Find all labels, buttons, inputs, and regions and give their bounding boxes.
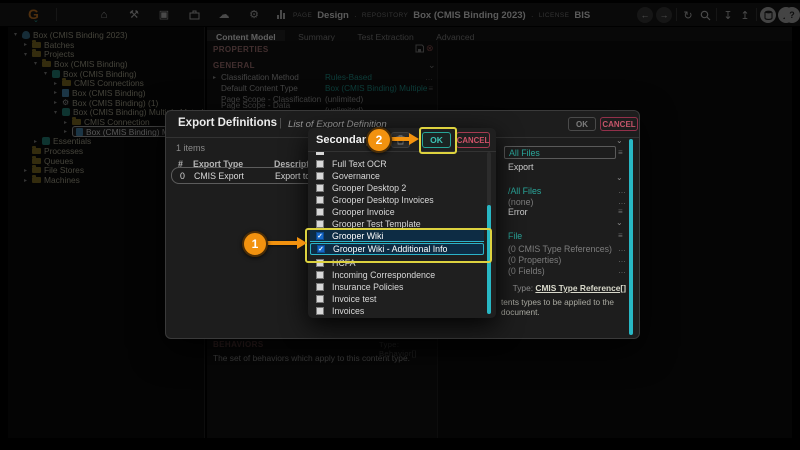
checkbox[interactable] bbox=[316, 259, 324, 267]
trash-icon[interactable] bbox=[391, 132, 410, 148]
panel-row: Export bbox=[508, 162, 534, 172]
checkbox[interactable] bbox=[316, 184, 324, 192]
panel-row: /All Files bbox=[508, 186, 542, 196]
panel-row: File bbox=[508, 231, 523, 241]
dialog-title: Export Definitions bbox=[178, 117, 278, 129]
list-item[interactable]: Grooper Test Template bbox=[310, 218, 484, 230]
panel-help-text: tents types to be applied to the documen… bbox=[501, 297, 615, 317]
title-separator: | bbox=[279, 117, 282, 129]
checkbox[interactable] bbox=[316, 295, 324, 303]
checkbox[interactable] bbox=[316, 208, 324, 216]
popup-title: Secondary Type bbox=[316, 134, 401, 146]
panel-row: (none) bbox=[508, 197, 534, 207]
checkbox[interactable] bbox=[316, 220, 324, 228]
list-item[interactable]: Full Text OCR bbox=[310, 158, 484, 170]
panel-row: Error bbox=[508, 207, 528, 217]
ellipsis-icon[interactable]: … bbox=[618, 255, 626, 264]
checkbox[interactable] bbox=[316, 160, 324, 168]
list-item[interactable]: HCFA bbox=[310, 257, 484, 269]
partially-scrolled-item bbox=[316, 152, 324, 155]
checkbox[interactable] bbox=[316, 283, 324, 291]
type-caption: Type: CMIS Type Reference[] bbox=[512, 283, 626, 293]
dialog-cancel-button[interactable]: CANCEL bbox=[600, 117, 638, 131]
checkbox[interactable] bbox=[316, 271, 324, 279]
list-item[interactable]: Invoice test bbox=[310, 293, 484, 305]
menu-icon[interactable]: ≡ bbox=[618, 148, 623, 157]
list-item[interactable]: Grooper Desktop Invoices bbox=[310, 194, 484, 206]
checkbox[interactable] bbox=[316, 307, 324, 315]
export-table-row[interactable]: 0 CMIS Export Export to ‘B bbox=[171, 167, 320, 184]
ellipsis-icon[interactable]: … bbox=[618, 266, 626, 275]
list-item[interactable]: Governance bbox=[310, 170, 484, 182]
popup-scrollbar-thumb[interactable] bbox=[487, 205, 491, 314]
cmis-type-reference-link[interactable]: CMIS Type Reference[] bbox=[535, 283, 626, 293]
popup-ok-button[interactable]: OK bbox=[422, 132, 451, 148]
panel-row: (0 Fields) bbox=[508, 266, 545, 276]
panel-scrollbar[interactable] bbox=[629, 139, 633, 335]
list-item[interactable]: Grooper Desktop 2 bbox=[310, 182, 484, 194]
list-item[interactable]: Incoming Correspondence bbox=[310, 269, 484, 281]
ellipsis-icon[interactable]: … bbox=[618, 186, 626, 195]
chevron-down-icon[interactable]: ⌄ bbox=[616, 218, 623, 227]
list-item[interactable]: Insurance Policies bbox=[310, 281, 484, 293]
divider bbox=[308, 151, 496, 152]
items-count: 1 items bbox=[176, 143, 206, 153]
list-item-checked[interactable]: Grooper Wiki bbox=[310, 230, 484, 242]
checkbox-checked[interactable] bbox=[316, 231, 324, 240]
checkbox-checked[interactable] bbox=[317, 245, 325, 253]
list-item[interactable]: Invoices bbox=[310, 305, 484, 317]
menu-icon[interactable]: ≡ bbox=[618, 231, 623, 240]
list-item-checked-focused[interactable]: Grooper Wiki - Additional Info bbox=[310, 243, 484, 255]
ellipsis-icon[interactable]: … bbox=[618, 197, 626, 206]
ellipsis-icon[interactable]: … bbox=[618, 244, 626, 253]
popup-cancel-button[interactable]: CANCEL bbox=[456, 132, 490, 148]
list-item[interactable]: Grooper Invoice bbox=[310, 206, 484, 218]
secondary-type-popup: Secondary Type OK CANCEL Full Text OCR G… bbox=[308, 128, 496, 318]
app-window: G ⌄ ⌂ ⚒ ▣ ☁ ⚙ PAGE Design · REPOSITORY B… bbox=[0, 0, 800, 450]
checkbox[interactable] bbox=[316, 196, 324, 204]
menu-icon[interactable]: ≡ bbox=[618, 207, 623, 216]
dialog-ok-button[interactable]: OK bbox=[568, 117, 596, 131]
all-files-field[interactable]: All Files bbox=[504, 146, 616, 159]
panel-row: (0 Properties) bbox=[508, 255, 562, 265]
checkbox[interactable] bbox=[316, 172, 324, 180]
panel-row: (0 CMIS Type References) bbox=[508, 244, 612, 254]
chevron-down-icon[interactable]: ⌄ bbox=[616, 136, 623, 145]
chevron-down-icon[interactable]: ⌄ bbox=[616, 173, 623, 182]
